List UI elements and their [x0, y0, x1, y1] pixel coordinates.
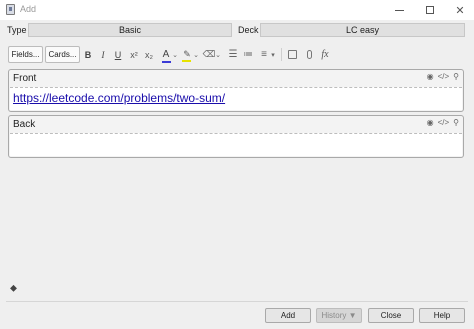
close-window-button[interactable]: ✕: [447, 0, 473, 20]
back-field-header: Back ◉ </> ⚲: [9, 116, 463, 133]
front-field-editor[interactable]: https://leetcode.com/problems/two-sum/: [10, 87, 462, 110]
minimize-icon: [394, 9, 404, 11]
formula-icon[interactable]: fx: [318, 46, 332, 63]
text-color-icon: A: [161, 49, 171, 63]
subscript-icon[interactable]: x₂: [142, 46, 156, 63]
underline-icon[interactable]: U: [111, 46, 125, 63]
eye-icon[interactable]: ◉: [427, 72, 434, 81]
attach-image-button[interactable]: [285, 46, 299, 63]
title-bar: Add ✕: [0, 0, 474, 20]
back-field: Back ◉ </> ⚲: [8, 115, 464, 158]
maximize-button[interactable]: [417, 0, 443, 20]
eraser-dropdown-icon[interactable]: ⌄: [214, 46, 222, 63]
deck-selector[interactable]: LC easy: [260, 23, 465, 37]
tags-input[interactable]: [26, 283, 464, 296]
html-editor-icon[interactable]: </>: [438, 72, 450, 81]
history-button[interactable]: History ▼: [316, 308, 362, 323]
highlight-dropdown-icon[interactable]: ⌄: [192, 46, 200, 63]
html-editor-icon[interactable]: </>: [438, 118, 450, 127]
back-field-label: Back: [13, 119, 36, 130]
maximize-icon: [426, 6, 434, 14]
divider: [6, 301, 468, 302]
cards-button[interactable]: Cards...: [45, 46, 80, 63]
bold-icon[interactable]: B: [81, 46, 95, 63]
toolbar-separator: [281, 48, 282, 61]
back-field-editor[interactable]: [10, 133, 462, 156]
front-field-header: Front ◉ </> ⚲: [9, 70, 463, 87]
microphone-icon: [306, 50, 312, 59]
italic-icon[interactable]: I: [96, 46, 110, 63]
pin-icon[interactable]: ⚲: [453, 118, 459, 127]
minimize-button[interactable]: [386, 0, 412, 20]
text-color-dropdown-icon[interactable]: ⌄: [171, 46, 179, 63]
tag-icon[interactable]: ⬥: [10, 284, 20, 294]
front-field: Front ◉ </> ⚲ https://leetcode.com/probl…: [8, 69, 464, 112]
front-field-link[interactable]: https://leetcode.com/problems/two-sum/: [13, 91, 225, 105]
eye-icon[interactable]: ◉: [427, 118, 434, 127]
superscript-icon[interactable]: x²: [127, 46, 141, 63]
highlight-icon: ✎: [182, 50, 192, 62]
bullet-list-icon[interactable]: ☰: [226, 46, 240, 63]
window-title: Add: [20, 4, 37, 14]
fields-button[interactable]: Fields...: [8, 46, 43, 63]
front-field-label: Front: [13, 73, 37, 84]
pin-icon[interactable]: ⚲: [453, 72, 459, 81]
close-button[interactable]: Close: [368, 308, 414, 323]
app-icon: [6, 4, 15, 15]
close-icon: ✕: [455, 4, 465, 17]
record-audio-button[interactable]: [302, 46, 316, 63]
type-label: Type: [7, 25, 27, 35]
back-field-tools: ◉ </> ⚲: [427, 118, 459, 127]
add-button[interactable]: Add: [265, 308, 311, 323]
front-field-tools: ◉ </> ⚲: [427, 72, 459, 81]
numbered-list-icon[interactable]: ≔: [241, 46, 255, 63]
deck-label: Deck: [238, 25, 259, 35]
help-button[interactable]: Help: [419, 308, 465, 323]
note-type-selector[interactable]: Basic: [28, 23, 232, 37]
align-dropdown-icon[interactable]: ▾: [269, 46, 277, 63]
image-icon: [287, 50, 297, 59]
